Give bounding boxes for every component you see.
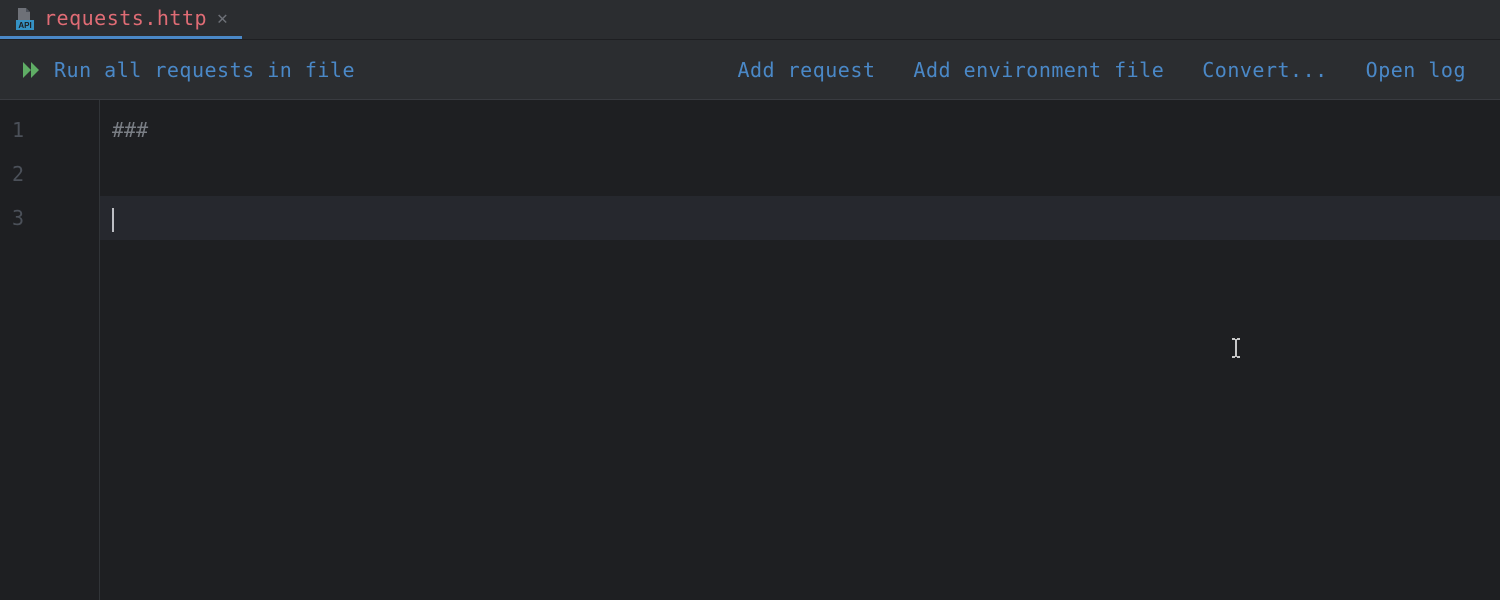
line-number[interactable]: 1	[0, 108, 99, 152]
file-tab[interactable]: API requests.http ✕	[0, 0, 242, 39]
text-caret	[112, 208, 114, 232]
code-content[interactable]: ###	[100, 100, 1500, 600]
api-file-icon: API	[12, 6, 36, 30]
add-environment-file-link[interactable]: Add environment file	[899, 58, 1178, 82]
tab-filename: requests.http	[44, 6, 207, 30]
code-text: ###	[112, 118, 148, 142]
code-line[interactable]	[100, 196, 1500, 240]
tab-bar: API requests.http ✕	[0, 0, 1500, 40]
line-number[interactable]: 2	[0, 152, 99, 196]
run-all-button[interactable]: Run all requests in file	[54, 58, 355, 82]
line-number[interactable]: 3	[0, 196, 99, 240]
close-icon[interactable]: ✕	[215, 8, 230, 29]
open-log-link[interactable]: Open log	[1352, 58, 1480, 82]
convert-link[interactable]: Convert...	[1188, 58, 1341, 82]
editor-toolbar: Run all requests in file Add request Add…	[0, 40, 1500, 100]
add-request-link[interactable]: Add request	[723, 58, 889, 82]
code-line[interactable]	[100, 152, 1500, 196]
svg-text:API: API	[18, 21, 31, 30]
editor-area: 1 2 3 ###	[0, 100, 1500, 600]
run-all-icon[interactable]	[20, 58, 44, 82]
line-gutter: 1 2 3	[0, 100, 100, 600]
code-line[interactable]: ###	[100, 108, 1500, 152]
